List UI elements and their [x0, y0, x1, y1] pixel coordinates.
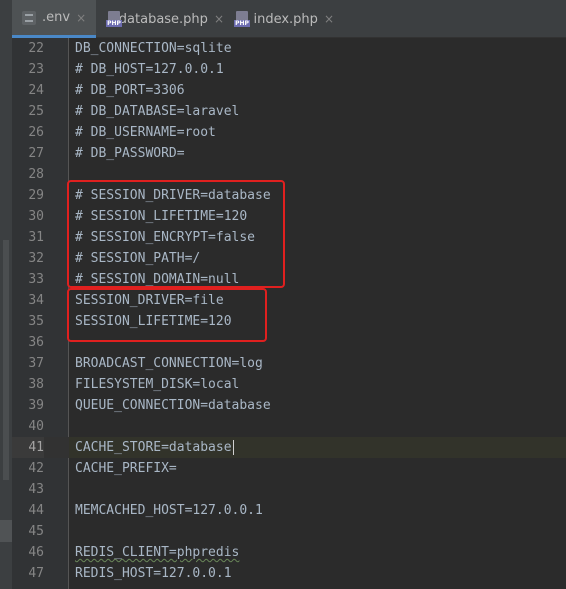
- code-line[interactable]: 25 # DB_DATABASE=laravel: [12, 101, 566, 122]
- line-number: 43: [28, 482, 44, 497]
- code-line[interactable]: 44 MEMCACHED_HOST=127.0.0.1: [12, 500, 566, 521]
- php-file-icon: PHP: [106, 11, 122, 27]
- line-text[interactable]: BROADCAST_CONNECTION=log: [75, 353, 566, 374]
- tool-strip-button[interactable]: [0, 520, 12, 542]
- line-text[interactable]: MEMCACHED_HOST=127.0.0.1: [75, 500, 566, 521]
- line-number: 28: [28, 167, 44, 182]
- code-line[interactable]: 34 SESSION_DRIVER=file: [12, 290, 566, 311]
- code-line[interactable]: 33 # SESSION_DOMAIN=null: [12, 269, 566, 290]
- line-text[interactable]: QUEUE_CONNECTION=database: [75, 395, 566, 416]
- code-line[interactable]: 27 # DB_PASSWORD=: [12, 143, 566, 164]
- line-text[interactable]: # SESSION_LIFETIME=120: [75, 206, 566, 227]
- code-line[interactable]: 40: [12, 416, 566, 437]
- tab-env[interactable]: .env ×: [12, 0, 96, 38]
- line-text[interactable]: CACHE_PREFIX=: [75, 458, 566, 479]
- tab-label: .env: [42, 10, 71, 25]
- line-text[interactable]: DB_CONNECTION=sqlite: [75, 38, 566, 59]
- line-text[interactable]: # SESSION_ENCRYPT=false: [75, 227, 566, 248]
- tab-database-php[interactable]: PHP database.php ×: [96, 0, 224, 38]
- code-line[interactable]: 43: [12, 479, 566, 500]
- code-line[interactable]: 28: [12, 164, 566, 185]
- line-text[interactable]: # SESSION_DOMAIN=null: [75, 269, 566, 290]
- line-number: 23: [28, 62, 44, 77]
- line-number: 26: [28, 125, 44, 140]
- code-line[interactable]: 23 # DB_HOST=127.0.0.1: [12, 59, 566, 80]
- line-text[interactable]: # DB_PORT=3306: [75, 80, 566, 101]
- line-number: 36: [28, 335, 44, 350]
- scroll-marker: [3, 240, 9, 480]
- line-text[interactable]: # SESSION_PATH=/: [75, 248, 566, 269]
- line-text[interactable]: # DB_USERNAME=root: [75, 122, 566, 143]
- line-text[interactable]: CACHE_STORE=database: [69, 437, 566, 458]
- line-text[interactable]: SESSION_DRIVER=file: [75, 290, 566, 311]
- code-line[interactable]: 30 # SESSION_LIFETIME=120: [12, 206, 566, 227]
- code-line[interactable]: 46 REDIS_CLIENT=phpredis: [12, 542, 566, 563]
- line-number: 35: [28, 314, 44, 329]
- line-number: 45: [28, 524, 44, 539]
- line-number: 40: [28, 419, 44, 434]
- line-number: 42: [28, 461, 44, 476]
- line-number: 32: [28, 251, 44, 266]
- line-text[interactable]: # SESSION_DRIVER=database: [75, 185, 566, 206]
- close-icon[interactable]: ×: [214, 12, 224, 26]
- line-number: 34: [28, 293, 44, 308]
- code-line[interactable]: 32 # SESSION_PATH=/: [12, 248, 566, 269]
- code-line[interactable]: 31 # SESSION_ENCRYPT=false: [12, 227, 566, 248]
- php-file-icon: PHP: [234, 11, 250, 27]
- line-text[interactable]: REDIS_HOST=127.0.0.1: [75, 563, 566, 584]
- code-line[interactable]: 47 REDIS_HOST=127.0.0.1: [12, 563, 566, 584]
- line-number: 31: [28, 230, 44, 245]
- line-number: 29: [28, 188, 44, 203]
- code-line[interactable]: 26 # DB_USERNAME=root: [12, 122, 566, 143]
- close-icon[interactable]: ×: [324, 12, 334, 26]
- code-line[interactable]: 45: [12, 521, 566, 542]
- line-text[interactable]: # DB_DATABASE=laravel: [75, 101, 566, 122]
- line-number: 30: [28, 209, 44, 224]
- line-number: 25: [28, 104, 44, 119]
- line-number: 46: [28, 545, 44, 560]
- line-text[interactable]: # DB_PASSWORD=: [75, 143, 566, 164]
- code-editor[interactable]: 22 DB_CONNECTION=sqlite 23 # DB_HOST=127.0…: [12, 38, 566, 589]
- line-number: 24: [28, 83, 44, 98]
- current-code-line[interactable]: 41 CACHE_STORE=database: [12, 437, 566, 458]
- code-line[interactable]: 35 SESSION_LIFETIME=120: [12, 311, 566, 332]
- line-number: 37: [28, 356, 44, 371]
- line-text[interactable]: FILESYSTEM_DISK=local: [75, 374, 566, 395]
- code-line[interactable]: 39 QUEUE_CONNECTION=database: [12, 395, 566, 416]
- text-caret: [232, 440, 234, 455]
- line-number: 22: [28, 41, 44, 56]
- line-text[interactable]: # DB_HOST=127.0.0.1: [75, 59, 566, 80]
- code-line[interactable]: 24 # DB_PORT=3306: [12, 80, 566, 101]
- close-icon[interactable]: ×: [76, 11, 86, 25]
- line-number: 39: [28, 398, 44, 413]
- editor-tab-bar: .env × PHP database.php × PHP index.php …: [12, 0, 566, 38]
- line-number: 27: [28, 146, 44, 161]
- tab-index-php[interactable]: PHP index.php ×: [224, 0, 334, 38]
- code-line[interactable]: 22 DB_CONNECTION=sqlite: [12, 38, 566, 59]
- line-number: 33: [28, 272, 44, 287]
- code-line[interactable]: 38 FILESYSTEM_DISK=local: [12, 374, 566, 395]
- left-tool-strip: [0, 0, 12, 589]
- line-number: 47: [28, 566, 44, 581]
- code-line[interactable]: 36: [12, 332, 566, 353]
- tab-label: index.php: [253, 11, 318, 27]
- code-line[interactable]: 37 BROADCAST_CONNECTION=log: [12, 353, 566, 374]
- code-line[interactable]: 29 # SESSION_DRIVER=database: [12, 185, 566, 206]
- line-number: 38: [28, 377, 44, 392]
- line-number: 41: [12, 437, 44, 458]
- line-number: 44: [28, 503, 44, 518]
- line-text[interactable]: REDIS_CLIENT=phpredis: [75, 542, 566, 563]
- tab-label: database.php: [118, 11, 208, 27]
- env-file-icon: [22, 10, 36, 25]
- code-line[interactable]: 42 CACHE_PREFIX=: [12, 458, 566, 479]
- line-text[interactable]: SESSION_LIFETIME=120: [75, 311, 566, 332]
